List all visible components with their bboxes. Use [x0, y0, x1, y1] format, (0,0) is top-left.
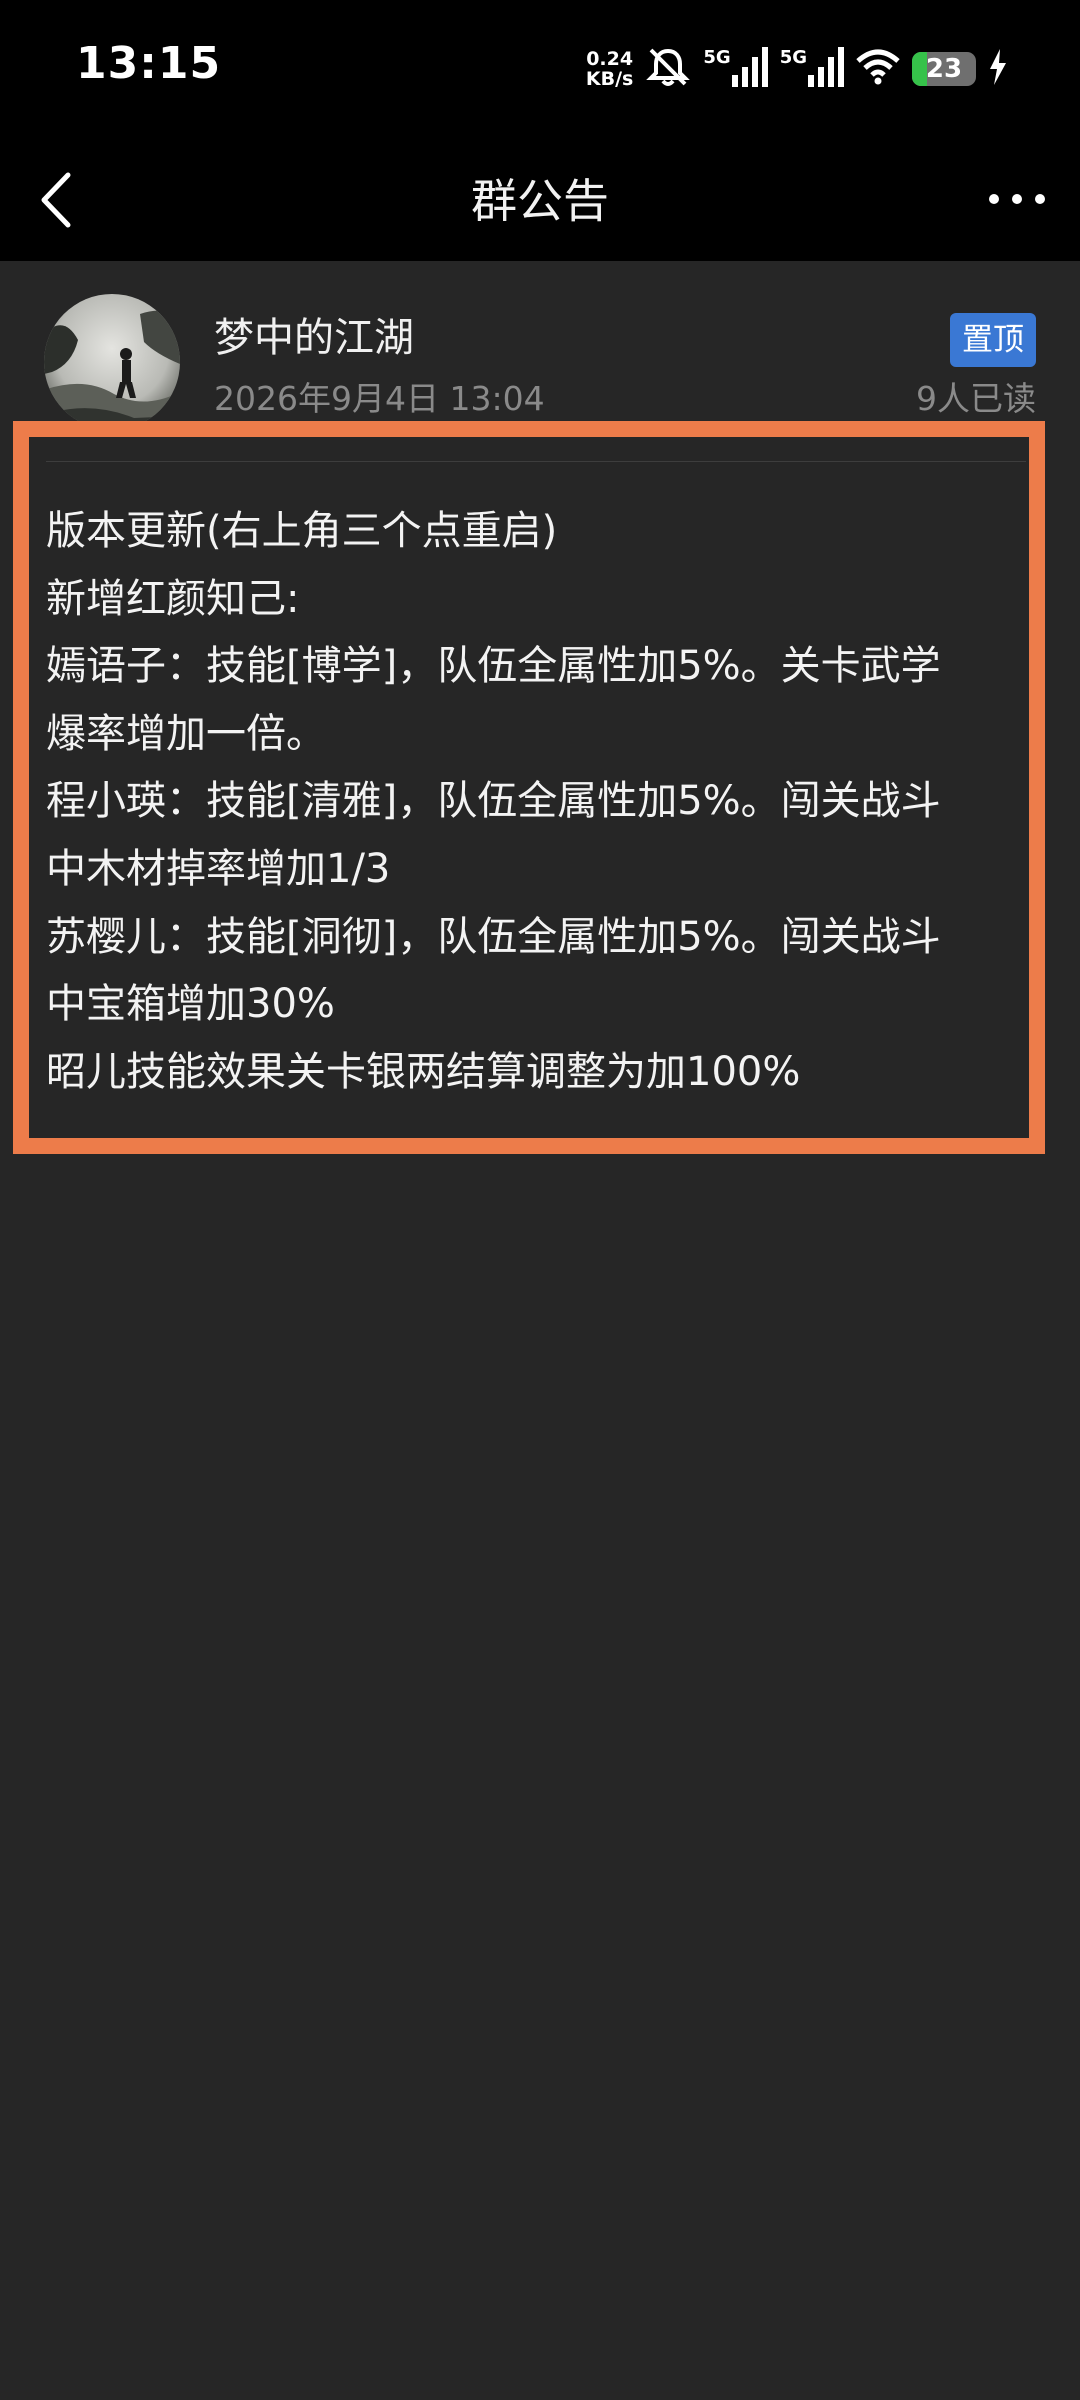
announcement-line: 版本更新(右上角三个点重启) — [46, 508, 558, 554]
page-title: 群公告 — [471, 174, 609, 228]
announcement-line: 中宝箱增加30% — [46, 981, 335, 1028]
battery-level: 23 — [925, 54, 963, 84]
network-speed-value: 0.24 — [586, 48, 634, 70]
announcement-line: 苏樱儿：技能[洞彻]，队伍全属性加5%。闯关战斗 — [46, 913, 941, 960]
signal-1: 5G — [703, 47, 768, 91]
announcement-line: 嫣语子：技能[博学]，队伍全属性加5%。关卡武学 — [46, 643, 941, 690]
wifi-icon — [856, 49, 900, 89]
battery-icon: 23 — [912, 52, 976, 86]
announcement-body: 版本更新(右上角三个点重启) 新增红颜知己: 嫣语子：技能[博学]，队伍全属性加… — [46, 498, 1026, 1106]
status-bar: 13:15 0.24 KB/s 5G 5G 23 — [0, 0, 1080, 135]
signal-1-label: 5G — [703, 47, 731, 68]
announcement-line: 爆率增加一倍。 — [46, 710, 326, 757]
announcement-line: 新增红颜知己: — [46, 575, 300, 622]
post-date: 2026年9月4日 13:04 — [214, 379, 545, 418]
mute-bell-icon — [645, 46, 691, 92]
announcement-line: 昭儿技能效果关卡银两结算调整为加100% — [46, 1048, 801, 1095]
charging-icon — [988, 49, 1008, 89]
signal-icon — [731, 47, 768, 91]
more-dots-icon[interactable] — [982, 171, 1052, 227]
network-speed-unit: KB/s — [585, 68, 634, 90]
announcement-line: 中木材掉率增加1/3 — [46, 845, 391, 892]
divider — [46, 461, 1026, 462]
author-name: 梦中的江湖 — [214, 315, 414, 361]
signal-icon — [808, 47, 844, 91]
battery-fill — [912, 52, 927, 86]
status-time: 13:15 — [76, 38, 222, 89]
signal-2-label: 5G — [779, 47, 807, 68]
announcement-line: 程小瑛：技能[清雅]，队伍全属性加5%。闯关战斗 — [46, 778, 941, 825]
avatar[interactable] — [44, 294, 180, 430]
nav-bar: 群公告 — [0, 135, 1080, 261]
status-icons: 0.24 KB/s 5G 5G 23 — [586, 42, 1008, 96]
signal-2: 5G — [780, 47, 844, 91]
network-speed: 0.24 KB/s — [586, 49, 633, 89]
announcement-content: 梦中的江湖 2026年9月4日 13:04 置顶 9人已读 版本更新(右上角三个… — [0, 261, 1080, 2400]
pinned-badge: 置顶 — [950, 313, 1036, 367]
read-count[interactable]: 9人已读 — [916, 372, 1036, 420]
